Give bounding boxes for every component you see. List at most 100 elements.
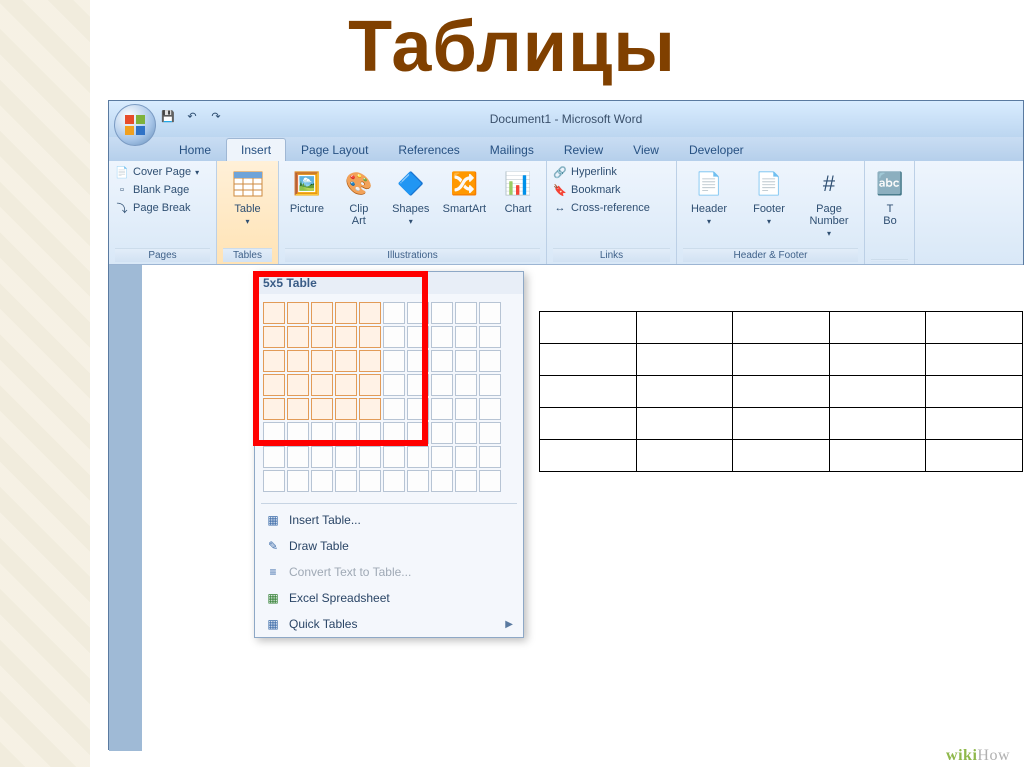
grid-cell[interactable] [479,422,501,444]
table-cell[interactable] [926,376,1023,408]
table-cell[interactable] [540,312,637,344]
table-cell[interactable] [733,408,830,440]
grid-cell[interactable] [359,422,381,444]
grid-cell[interactable] [359,446,381,468]
grid-cell[interactable] [359,326,381,348]
table-cell[interactable] [926,408,1023,440]
grid-cell[interactable] [287,422,309,444]
grid-cell[interactable] [311,398,333,420]
grid-cell[interactable] [479,470,501,492]
grid-cell[interactable] [287,302,309,324]
office-button[interactable] [114,104,156,146]
table-cell[interactable] [829,312,926,344]
grid-cell[interactable] [479,398,501,420]
grid-cell[interactable] [407,374,429,396]
grid-cell[interactable] [383,398,405,420]
tab-page-layout[interactable]: Page Layout [286,138,383,161]
grid-cell[interactable] [263,350,285,372]
grid-cell[interactable] [479,374,501,396]
table-cell[interactable] [540,376,637,408]
grid-cell[interactable] [479,302,501,324]
grid-cell[interactable] [335,422,357,444]
grid-cell[interactable] [479,350,501,372]
clip-art-button[interactable]: 🎨Clip Art [337,165,381,229]
grid-cell[interactable] [311,446,333,468]
grid-cell[interactable] [287,326,309,348]
table-cell[interactable] [733,344,830,376]
table-cell[interactable] [926,312,1023,344]
grid-cell[interactable] [287,350,309,372]
grid-cell[interactable] [359,398,381,420]
table-cell[interactable] [829,344,926,376]
grid-cell[interactable] [431,470,453,492]
grid-cell[interactable] [455,302,477,324]
grid-cell[interactable] [455,326,477,348]
grid-cell[interactable] [335,374,357,396]
table-cell[interactable] [636,344,733,376]
grid-cell[interactable] [359,350,381,372]
grid-cell[interactable] [359,470,381,492]
grid-cell[interactable] [287,446,309,468]
grid-cell[interactable] [359,374,381,396]
table-cell[interactable] [540,344,637,376]
tab-references[interactable]: References [383,138,474,161]
tab-insert[interactable]: Insert [226,138,286,161]
grid-cell[interactable] [407,422,429,444]
grid-cell[interactable] [311,470,333,492]
insert-table-menu-item[interactable]: ▦Insert Table... [255,507,523,533]
tab-view[interactable]: View [618,138,674,161]
blank-page-button[interactable]: ▫ Blank Page [115,183,199,197]
grid-cell[interactable] [263,398,285,420]
table-button[interactable]: Table▾ [223,165,272,229]
tab-home[interactable]: Home [164,138,226,161]
table-cell[interactable] [829,376,926,408]
table-cell[interactable] [926,344,1023,376]
grid-cell[interactable] [311,326,333,348]
table-cell[interactable] [636,376,733,408]
grid-cell[interactable] [407,470,429,492]
grid-cell[interactable] [359,302,381,324]
table-cell[interactable] [829,408,926,440]
grid-cell[interactable] [263,326,285,348]
grid-cell[interactable] [455,398,477,420]
grid-cell[interactable] [287,374,309,396]
grid-cell[interactable] [455,350,477,372]
grid-cell[interactable] [431,422,453,444]
grid-cell[interactable] [263,446,285,468]
table-cell[interactable] [733,376,830,408]
grid-cell[interactable] [407,398,429,420]
grid-cell[interactable] [263,422,285,444]
grid-cell[interactable] [263,374,285,396]
grid-cell[interactable] [335,326,357,348]
grid-cell[interactable] [431,398,453,420]
excel-spreadsheet-menu-item[interactable]: ▦Excel Spreadsheet [255,585,523,611]
grid-cell[interactable] [335,302,357,324]
grid-cell[interactable] [335,470,357,492]
table-cell[interactable] [926,440,1023,472]
grid-cell[interactable] [383,374,405,396]
inserted-table[interactable] [539,311,1023,472]
grid-cell[interactable] [431,446,453,468]
cross-reference-button[interactable]: ↔Cross-reference [553,201,650,215]
page-break-button[interactable]: ⤵ Page Break [115,201,199,215]
grid-cell[interactable] [383,422,405,444]
grid-cell[interactable] [287,470,309,492]
tab-mailings[interactable]: Mailings [475,138,549,161]
grid-cell[interactable] [383,470,405,492]
bookmark-button[interactable]: 🔖Bookmark [553,183,650,197]
grid-cell[interactable] [407,350,429,372]
table-cell[interactable] [636,408,733,440]
shapes-button[interactable]: 🔷Shapes ▾ [389,165,433,229]
grid-cell[interactable] [383,302,405,324]
grid-cell[interactable] [335,350,357,372]
picture-button[interactable]: 🖼️Picture [285,165,329,217]
table-cell[interactable] [636,440,733,472]
quick-tables-menu-item[interactable]: ▦Quick Tables▶ [255,611,523,637]
draw-table-menu-item[interactable]: ✎Draw Table [255,533,523,559]
header-button[interactable]: 📄Header▾ [683,165,735,229]
grid-cell[interactable] [455,374,477,396]
table-cell[interactable] [733,440,830,472]
grid-cell[interactable] [431,326,453,348]
grid-cell[interactable] [407,326,429,348]
footer-button[interactable]: 📄Footer▾ [743,165,795,229]
